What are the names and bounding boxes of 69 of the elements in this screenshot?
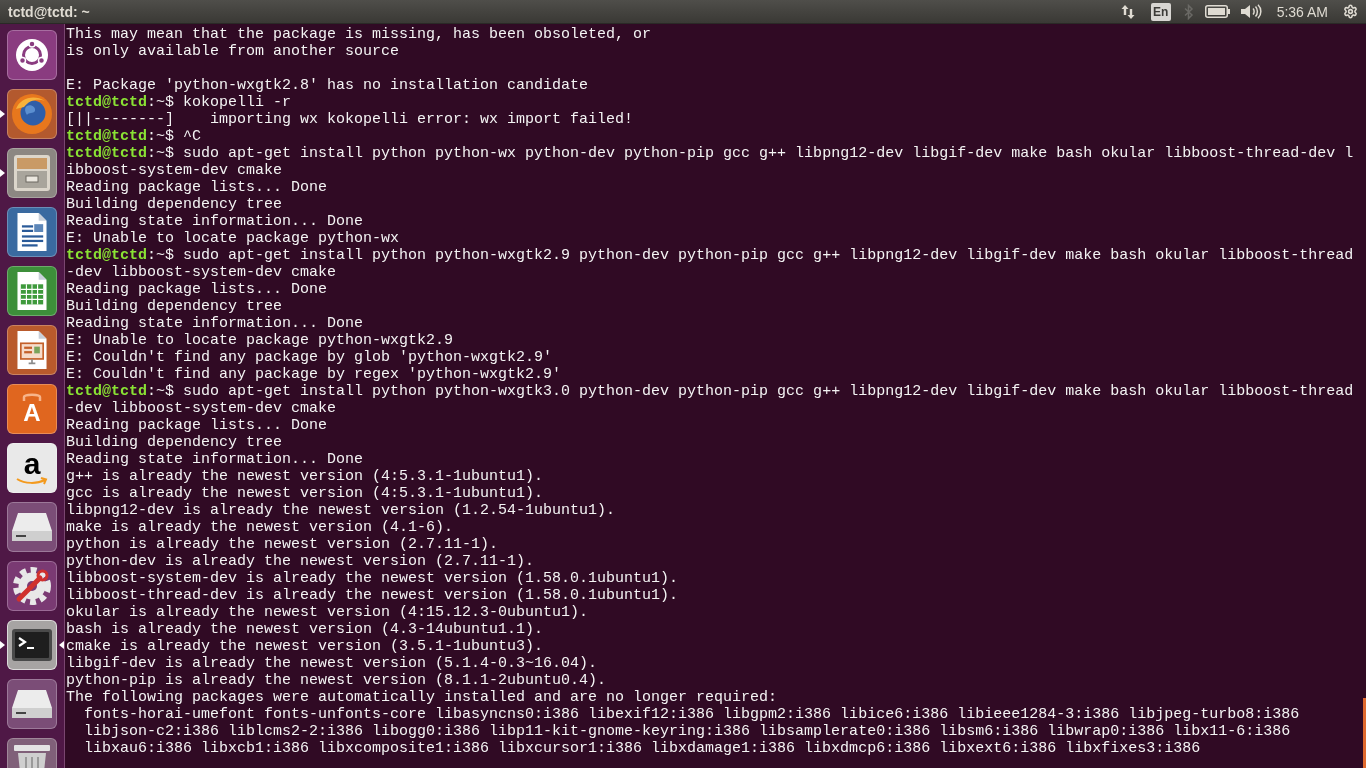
- terminal-line: The following packages were automatically installed and are no longer required:: [66, 689, 778, 706]
- terminal-line: -dev libboost-system-dev cmake: [66, 400, 337, 417]
- terminal-line: make is already the newest version (4.1-6).: [66, 519, 454, 536]
- terminal-line: Building dependency tree: [66, 434, 283, 451]
- terminal-line: libjson-c2:i386 liblcms2-2:i386 libogg0:i386 libp11-kit-gnome-keyring:i386 libsamplerate0:i386 libsm6:i386 libwrap0:i386 libx11-6:i386: [84, 723, 1291, 740]
- terminal-line: fonts-horai-umefont fonts-unfonts-core libasyncns0:i386 libexif12:i386 libgpm2:i386 libice6:i386 libieee1284-3:i386 libjpeg-turbo8:i386: [84, 706, 1300, 723]
- volume-icon[interactable]: [1240, 4, 1262, 19]
- bag-handle-icon: [21, 393, 43, 401]
- document-icon: [17, 213, 47, 251]
- terminal-line: tctd@tctd:~$ sudo apt-get install python python-wxgtk3.0 python-dev python-pip gcc g++ libpng12-dev libgif-dev make bash okular libboost-thread: [66, 383, 1354, 400]
- terminal-icon: [12, 629, 52, 661]
- terminal-line: tctd@tctd:~$ ^C: [66, 128, 202, 145]
- terminal-line: libxau6:i386 libxcb1:i386 libxcomposite1:i386 libxcursor1:i386 libxdamage1:i386 libxdmcp6:i386 libxext6:i386 libxfixes3:i386: [84, 740, 1201, 757]
- terminal-line: Reading package lists... Done: [66, 179, 328, 196]
- terminal-line: E: Unable to locate package python-wxgtk2.9: [66, 332, 454, 349]
- terminal-line: E: Couldn't find any package by glob 'python-wxgtk2.9': [66, 349, 553, 366]
- drive-icon: [12, 690, 52, 718]
- battery-icon[interactable]: [1204, 5, 1230, 18]
- spreadsheet-icon: [17, 272, 47, 310]
- terminal-line: python-pip is already the newest version (8.1.1-2ubuntu0.4).: [66, 672, 607, 689]
- up-down-arrows-icon[interactable]: [1120, 3, 1135, 20]
- launcher-item[interactable]: [7, 30, 57, 80]
- terminal-line: tctd@tctd:~$ kokopelli -r: [66, 94, 292, 111]
- terminal-line: tctd@tctd:~$ sudo apt-get install python python-wxgtk2.9 python-dev python-pip gcc g++ libpng12-dev libgif-dev make bash okular libboost-thread: [66, 247, 1354, 264]
- terminal-line: Reading package lists... Done: [66, 417, 328, 434]
- terminal-line: Reading state information... Done: [66, 451, 364, 468]
- terminal-line: gcc is already the newest version (4:5.3.1-1ubuntu1).: [66, 485, 544, 502]
- terminal-line: ibboost-system-dev cmake: [66, 162, 283, 179]
- window-title: tctd@tctd: ~: [7, 4, 90, 19]
- circle-of-dots-icon: [16, 39, 48, 71]
- terminal-line: python is already the newest version (2.7.11-1).: [66, 536, 499, 553]
- launcher-item[interactable]: [7, 679, 57, 729]
- keyboard-layout-indicator[interactable]: En: [1150, 2, 1171, 21]
- terminal-line: libgif-dev is already the newest version (5.1.4-0.3~16.04).: [66, 655, 598, 672]
- terminal-line: E: Couldn't find any package by regex 'python-wxgtk2.9': [66, 366, 562, 383]
- terminal-line: libboost-thread-dev is already the newest version (1.58.0.1ubuntu1).: [66, 587, 679, 604]
- terminal-line: libpng12-dev is already the newest version (1.2.54-1ubuntu1).: [66, 502, 616, 519]
- launcher-item[interactable]: [7, 620, 57, 670]
- smile-arrow-icon: [16, 476, 48, 486]
- terminal-line: libboost-system-dev is already the newest version (1.58.0.1ubuntu1).: [66, 570, 679, 587]
- terminal-line: -dev libboost-system-dev cmake: [66, 264, 337, 281]
- terminal-line: g++ is already the newest version (4:5.3.1-1ubuntu1).: [66, 468, 544, 485]
- presentation-icon: [17, 331, 47, 369]
- terminal-line: Reading package lists... Done: [66, 281, 328, 298]
- launcher-item[interactable]: [7, 561, 57, 611]
- terminal-line: [||--------] importing wx kokopelli error: wx import failed!: [66, 111, 634, 128]
- terminal-line: Reading state information... Done: [66, 213, 364, 230]
- settings-icon[interactable]: [1343, 4, 1358, 19]
- globe-icon: [12, 94, 52, 134]
- terminal-line: Reading state information... Done: [66, 315, 364, 332]
- launcher-item[interactable]: a: [7, 443, 57, 493]
- clock[interactable]: 5:36 AM: [1276, 4, 1328, 19]
- terminal-line: bash is already the newest version (4.3-14ubuntu1.1).: [66, 621, 544, 638]
- terminal-line: E: Package 'python-wxgtk2.8' has no installation candidate: [66, 77, 589, 94]
- drive-icon: [12, 513, 52, 541]
- terminal-line: Building dependency tree: [66, 196, 283, 213]
- terminal-line: python-dev is already the newest version (2.7.11-1).: [66, 553, 535, 570]
- file-cabinet-icon: [14, 155, 50, 191]
- terminal-line: This may mean that the package is missing, has been obsoleted, or: [66, 26, 652, 43]
- gear-wrench-icon: [12, 566, 52, 606]
- terminal-line: Building dependency tree: [66, 298, 283, 315]
- terminal-line: E: Unable to locate package python-wx: [66, 230, 400, 247]
- terminal-line: is only available from another source: [66, 43, 400, 60]
- launcher-item[interactable]: [7, 502, 57, 552]
- terminal-line: okular is already the newest version (4:15.12.3-0ubuntu1).: [66, 604, 589, 621]
- terminal-line: cmake is already the newest version (3.5.1-1ubuntu3).: [66, 638, 544, 655]
- scrollbar-thumb[interactable]: [1363, 698, 1366, 768]
- terminal-line: tctd@tctd:~$ sudo apt-get install python python-wx python-dev python-pip gcc g++ libpng12-dev libgif-dev make bash okular libboost-thread-dev l: [66, 145, 1354, 162]
- launcher-item[interactable]: [7, 207, 57, 257]
